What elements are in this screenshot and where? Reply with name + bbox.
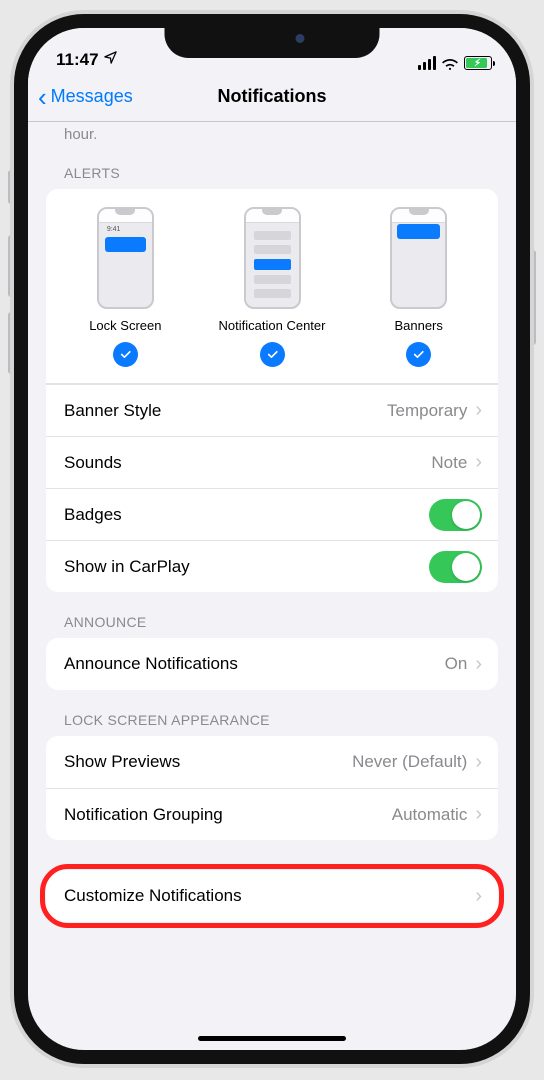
back-button[interactable]: ‹ Messages [38,72,133,121]
row-value: On [445,654,468,674]
navbar: ‹ Messages Notifications [28,72,516,122]
notch [165,14,380,58]
chevron-right-icon: › [475,751,482,774]
alert-option-banners[interactable]: Banners [345,207,492,367]
row-value: Automatic [392,805,468,825]
alert-option-label: Lock Screen [89,318,161,333]
chevron-right-icon: › [475,803,482,826]
checkmark-icon [260,342,285,367]
chevron-left-icon: ‹ [38,84,47,110]
lock-screen-appearance-card: Show Previews Never (Default) › Notifica… [46,736,498,840]
battery-icon: ⚡︎ [464,56,492,70]
row-banner-style[interactable]: Banner Style Temporary › [46,384,498,436]
iphone-device-frame: 11:47 ⚡︎ ‹ Messages Notifi [14,14,530,1064]
chevron-right-icon: › [475,885,482,908]
row-badges: Badges [46,488,498,540]
screen: 11:47 ⚡︎ ‹ Messages Notifi [28,28,516,1050]
row-show-previews[interactable]: Show Previews Never (Default) › [46,736,498,788]
row-label: Banner Style [64,401,161,421]
toggle-carplay[interactable] [429,551,482,583]
home-indicator[interactable] [198,1036,346,1041]
row-value: Note [431,453,467,473]
section-header-lock-screen-appearance: LOCK SCREEN APPEARANCE [46,690,498,736]
row-label: Badges [64,505,122,525]
row-announce-notifications[interactable]: Announce Notifications On › [46,638,498,690]
wifi-icon [441,56,459,70]
back-label: Messages [51,86,133,107]
status-time: 11:47 [56,50,99,70]
row-value: Never (Default) [352,752,467,772]
chevron-right-icon: › [475,451,482,474]
customize-highlight: Customize Notifications › [46,870,498,922]
banners-preview-icon [390,207,447,309]
row-label: Sounds [64,453,122,473]
alerts-options-row: 9:41 Lock Screen [46,189,498,384]
row-value: Temporary [387,401,467,421]
chevron-right-icon: › [475,399,482,422]
customize-card: Customize Notifications › [46,870,498,922]
chevron-right-icon: › [475,653,482,676]
row-label: Announce Notifications [64,654,238,674]
alert-option-label: Notification Center [219,318,326,333]
row-notification-grouping[interactable]: Notification Grouping Automatic › [46,788,498,840]
location-arrow-icon [103,50,118,70]
prev-section-footer: hour. [46,122,498,143]
cell-signal-icon [418,56,436,70]
alert-option-notification-center[interactable]: Notification Center [199,207,346,367]
row-label: Notification Grouping [64,805,223,825]
section-header-announce: ANNOUNCE [46,592,498,638]
alert-option-label: Banners [394,318,442,333]
notification-center-preview-icon [244,207,301,309]
checkmark-icon [113,342,138,367]
checkmark-icon [406,342,431,367]
row-label: Show Previews [64,752,180,772]
content-scroll[interactable]: hour. ALERTS 9:41 Lock Screen [28,122,516,1050]
alert-option-lock-screen[interactable]: 9:41 Lock Screen [52,207,199,367]
page-title: Notifications [217,86,326,107]
section-header-alerts: ALERTS [46,143,498,189]
row-label: Customize Notifications [64,886,242,906]
row-customize-notifications[interactable]: Customize Notifications › [46,870,498,922]
toggle-badges[interactable] [429,499,482,531]
announce-card: Announce Notifications On › [46,638,498,690]
row-sounds[interactable]: Sounds Note › [46,436,498,488]
alerts-card: 9:41 Lock Screen [46,189,498,592]
row-label: Show in CarPlay [64,557,190,577]
lock-screen-preview-icon: 9:41 [97,207,154,309]
row-show-in-carplay: Show in CarPlay [46,540,498,592]
